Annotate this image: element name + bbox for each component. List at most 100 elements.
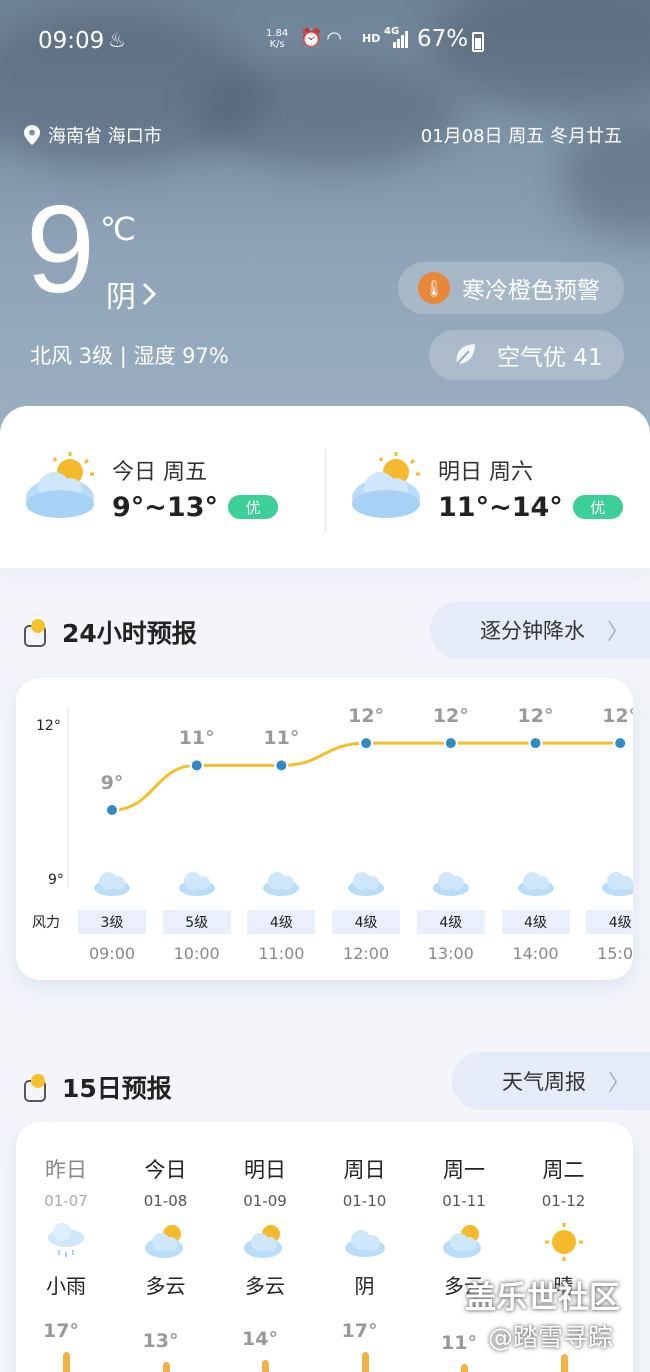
temp-range-bar [560,1354,568,1372]
section-icon [22,1074,48,1102]
condition-label: 阴 [106,280,136,315]
hour-label: 11:00 [258,944,305,963]
aqi-badge: 优 [572,495,623,519]
daily-column[interactable]: 今日 01-08 [121,1154,211,1210]
day-date: 01-08 [143,1192,188,1210]
partly-cloudy-icon [443,1225,481,1258]
today-label: 今日 周五 [112,459,207,485]
temp-point-label: 9° [100,772,124,794]
location[interactable]: 海南省 海口市 [24,122,162,148]
temp-point-label: 12° [602,705,633,728]
chevron-right-icon: 〉 [608,1071,631,1096]
wind-level: 4级 [501,910,570,934]
cloudy-icon [517,872,554,896]
cloudy-icon [432,872,469,896]
hourly-forecast-card[interactable]: 12° 9° 风力 9° 3级 09:00 11° 5级 10:00 11° 4级 11:00 1… [16,678,633,980]
daily-column[interactable]: 明日 01-09 [220,1154,310,1210]
temp-unit: ℃ [100,210,136,248]
day-condition: 多云 [145,1274,186,1298]
location-pin-icon [24,125,40,145]
temp-range-bar [461,1364,468,1372]
day-name: 周一 [443,1158,485,1182]
daily-column[interactable]: 周日 01-10 [320,1154,410,1210]
current-condition[interactable]: 阴 [106,272,156,316]
temp-point-label: 11° [178,727,215,750]
air-label: 空气优 41 [497,345,603,371]
watermark-author: @踏雪寻踪 [488,1323,614,1352]
signal-icon [393,31,408,48]
cloudy-icon [344,1230,385,1257]
day-name: 周日 [343,1158,386,1182]
partly-cloudy-icon [350,452,424,524]
wind-level: 4级 [332,910,401,934]
divider [325,450,326,532]
location-label: 海南省 海口市 [48,126,162,147]
wind-humidity: 北风 3级 | 湿度 97% [30,344,229,368]
day-condition: 小雨 [46,1274,86,1298]
weather-hero: 09:09 ♨ 1.84 K/s ⏰◠ HD 4G 67% 海南省 海口市 01月… [0,0,650,440]
warning-label: 寒冷橙色预警 [462,278,600,304]
today-range: 9°~13° [112,491,218,523]
wind-level: 4级 [416,910,485,934]
temp-point [613,736,628,751]
day-date: 01-09 [243,1192,287,1210]
sunny-icon [544,1223,583,1261]
thermometer-icon: 🌡 [418,272,450,304]
cold-warning-button[interactable]: 🌡 寒冷橙色预警 [398,262,624,314]
battery-icon [472,32,484,52]
day-condition: 阴 [354,1274,375,1298]
minute-precip-label: 逐分钟降水 [480,619,585,643]
network-speed: 1.84 K/s [266,28,289,50]
hourly-section-title: 24小时预报 [22,614,197,650]
day-name: 明日 [244,1158,286,1182]
today-tomorrow-card: 今日 周五 9°~13° 优 明日 周六 11°~14° 优 [0,406,650,568]
day-name: 昨日 [45,1158,87,1182]
wind-level: 4级 [586,910,633,934]
air-quality-button[interactable]: 空气优 41 [429,330,624,380]
temp-point-label: 12° [517,705,554,728]
wind-level: 4级 [247,910,316,934]
section-icon [22,619,48,647]
aqi-badge: 优 [227,495,278,519]
temp-range-bar [63,1352,70,1372]
hd-label: HD [362,32,381,45]
partly-cloudy-icon [144,1225,183,1258]
temp-point [189,758,204,773]
temp-point-label: 12° [348,705,385,728]
daily-column[interactable]: 昨日 01-07 [21,1154,111,1210]
day-date: 01-11 [442,1192,486,1210]
day-name: 今日 [144,1158,187,1182]
cloudy-icon [602,872,633,896]
daily-section-title: 15日预报 [22,1069,172,1105]
day-high-temp: 14° [242,1328,278,1350]
alarm-wifi-icons: ⏰◠ [300,28,347,49]
daily-column[interactable]: 周一 01-11 [419,1154,509,1210]
chevron-right-icon [142,282,156,306]
weekly-report-label: 天气周报 [502,1070,586,1094]
daily-title: 15日预报 [62,1074,172,1103]
minute-precip-button[interactable]: 逐分钟降水 〉 [430,601,650,659]
day-high-temp: 17° [341,1320,378,1342]
hourly-title: 24小时预报 [62,619,197,648]
temp-range-bar [361,1352,369,1372]
weekly-report-button[interactable]: 天气周报 〉 [452,1052,650,1110]
cloudy-icon [94,872,130,896]
date-line: 01月08日 周五 冬月廿五 [420,126,622,147]
cloudy-icon [263,872,300,896]
cloudy-icon [348,872,385,896]
hour-label: 09:00 [88,944,136,963]
day-high-temp: 13° [142,1330,179,1352]
battery-percent: 67% [417,26,469,52]
wind-level: 5级 [162,910,231,934]
day-name: 周二 [542,1158,585,1182]
day-date: 01-10 [342,1192,387,1210]
status-bar: 09:09 ♨ 1.84 K/s ⏰◠ HD 4G 67% [0,22,650,62]
tomorrow-summary[interactable]: 明日 周六 11°~14° 优 [350,452,623,524]
current-temp: 9 [26,181,95,319]
hour-label: 15:00 [597,944,633,963]
daily-column[interactable]: 周二 01-12 [519,1154,609,1210]
today-summary[interactable]: 今日 周五 9°~13° 优 [24,452,278,524]
tomorrow-range: 11°~14° [438,491,563,523]
temp-point [274,758,289,773]
temp-point [359,736,374,751]
